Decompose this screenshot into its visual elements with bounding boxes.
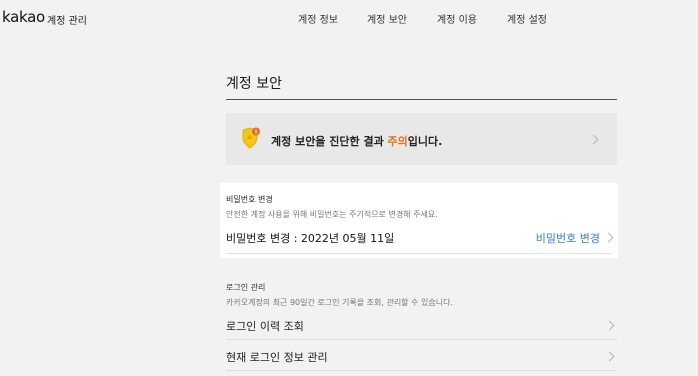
row-divider	[226, 339, 617, 340]
chevron-right-icon	[588, 134, 599, 145]
chevron-right-icon[interactable]	[604, 320, 615, 331]
nav-account-info[interactable]: 계정 정보	[298, 11, 338, 26]
shield-warning-icon: !	[242, 127, 260, 149]
password-section-title: 비밀번호 변경	[226, 195, 273, 204]
kakao-logo[interactable]: kakao	[2, 8, 45, 26]
title-divider	[226, 99, 617, 100]
page-title: 계정 보안	[226, 76, 282, 92]
nav-account-settings[interactable]: 계정 설정	[507, 11, 547, 26]
login-section-description: 카카오계정의 최근 90일간 로그인 기록을 조회, 관리할 수 있습니다.	[226, 298, 453, 307]
login-section-title: 로그인 관리	[226, 283, 266, 292]
account-management-label: 계정 관리	[47, 16, 87, 27]
warning-badge: !	[255, 129, 258, 136]
login-history-link[interactable]: 로그인 이력 조회	[226, 318, 304, 334]
change-password-link[interactable]: 비밀번호 변경	[536, 230, 600, 246]
top-header: kakao 계정 관리 계정 정보 계정 보안 계정 이용 계정 설정	[0, 0, 698, 36]
password-divider	[226, 253, 612, 254]
password-change-card: 비밀번호 변경 안전한 계정 사용을 위해 비밀번호는 주기적으로 변경해 주세…	[220, 183, 618, 258]
nav-account-security[interactable]: 계정 보안	[367, 11, 407, 26]
security-diagnosis-banner[interactable]: ! 계정 보안을 진단한 결과 주의입니다.	[226, 113, 617, 165]
diagnosis-message: 계정 보안을 진단한 결과 주의입니다.	[271, 135, 443, 148]
nav-account-usage[interactable]: 계정 이용	[437, 11, 477, 26]
chevron-right-icon[interactable]	[604, 351, 615, 362]
row-divider	[226, 370, 617, 371]
current-login-info-link[interactable]: 현재 로그인 정보 관리	[226, 349, 328, 365]
password-last-changed: 비밀번호 변경 : 2022년 05월 11일	[226, 232, 395, 245]
chevron-right-icon[interactable]	[603, 232, 614, 243]
diagnosis-status: 주의	[387, 135, 408, 148]
password-section-description: 안전한 계정 사용을 위해 비밀번호는 주기적으로 변경해 주세요.	[226, 210, 438, 219]
